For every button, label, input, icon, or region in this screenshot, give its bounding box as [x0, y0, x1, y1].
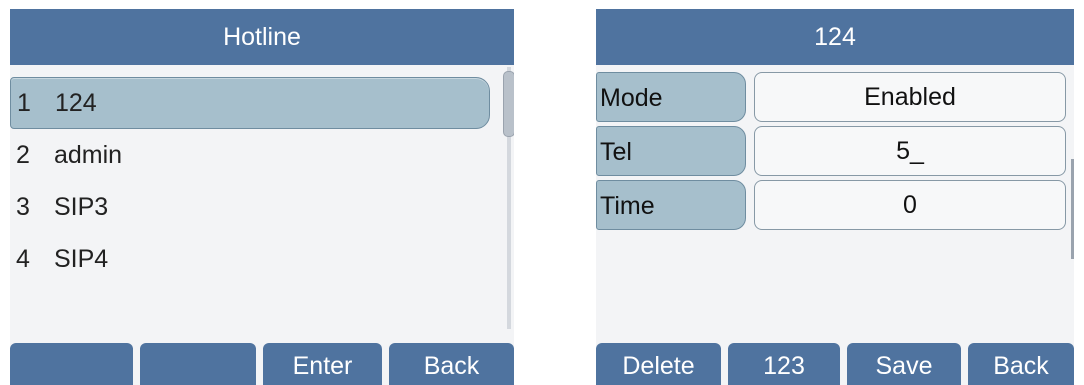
mode-label: Mode	[596, 72, 746, 122]
item-label: SIP4	[54, 244, 109, 273]
softkey-bar: Delete 123 Save Back	[596, 343, 1074, 385]
item-index: 2	[16, 140, 30, 169]
time-row: Time 0	[596, 180, 1066, 232]
screen-title: 124	[596, 9, 1074, 65]
softkey-1[interactable]	[10, 343, 133, 385]
list-item[interactable]: 4 SIP4	[10, 233, 490, 285]
time-label: Time	[596, 180, 746, 230]
hotline-settings-screen: 124 Mode Enabled Tel 5_ Time 0 Delete 12…	[596, 9, 1074, 385]
tel-label: Tel	[596, 126, 746, 176]
screen-title: Hotline	[10, 9, 514, 65]
back-softkey[interactable]: Back	[968, 343, 1074, 385]
tel-row: Tel 5_	[596, 126, 1066, 178]
item-index: 1	[17, 88, 31, 117]
item-index: 4	[16, 244, 30, 273]
mode-field[interactable]: Enabled	[754, 72, 1066, 122]
list-item[interactable]: 3 SIP3	[10, 181, 490, 233]
scrollbar-thumb[interactable]	[1071, 159, 1074, 259]
input-mode-softkey[interactable]: 123	[728, 343, 840, 385]
softkey-bar: Enter Back	[10, 343, 514, 385]
delete-softkey[interactable]: Delete	[596, 343, 721, 385]
item-index: 3	[16, 192, 30, 221]
time-field[interactable]: 0	[754, 180, 1066, 230]
hotline-screen: Hotline 1 124 2 admin 3 SIP3 4 SIP4 Ente…	[10, 9, 514, 385]
save-softkey[interactable]: Save	[847, 343, 961, 385]
softkey-2[interactable]	[140, 343, 256, 385]
list-item[interactable]: 1 124	[10, 77, 490, 129]
list-item[interactable]: 2 admin	[10, 129, 490, 181]
tel-field[interactable]: 5_	[754, 126, 1066, 176]
mode-row: Mode Enabled	[596, 72, 1066, 124]
item-label: admin	[54, 140, 123, 169]
enter-softkey[interactable]: Enter	[263, 343, 382, 385]
item-label: SIP3	[54, 192, 109, 221]
scrollbar-thumb[interactable]	[503, 71, 514, 137]
back-softkey[interactable]: Back	[389, 343, 514, 385]
item-label: 124	[55, 88, 97, 117]
